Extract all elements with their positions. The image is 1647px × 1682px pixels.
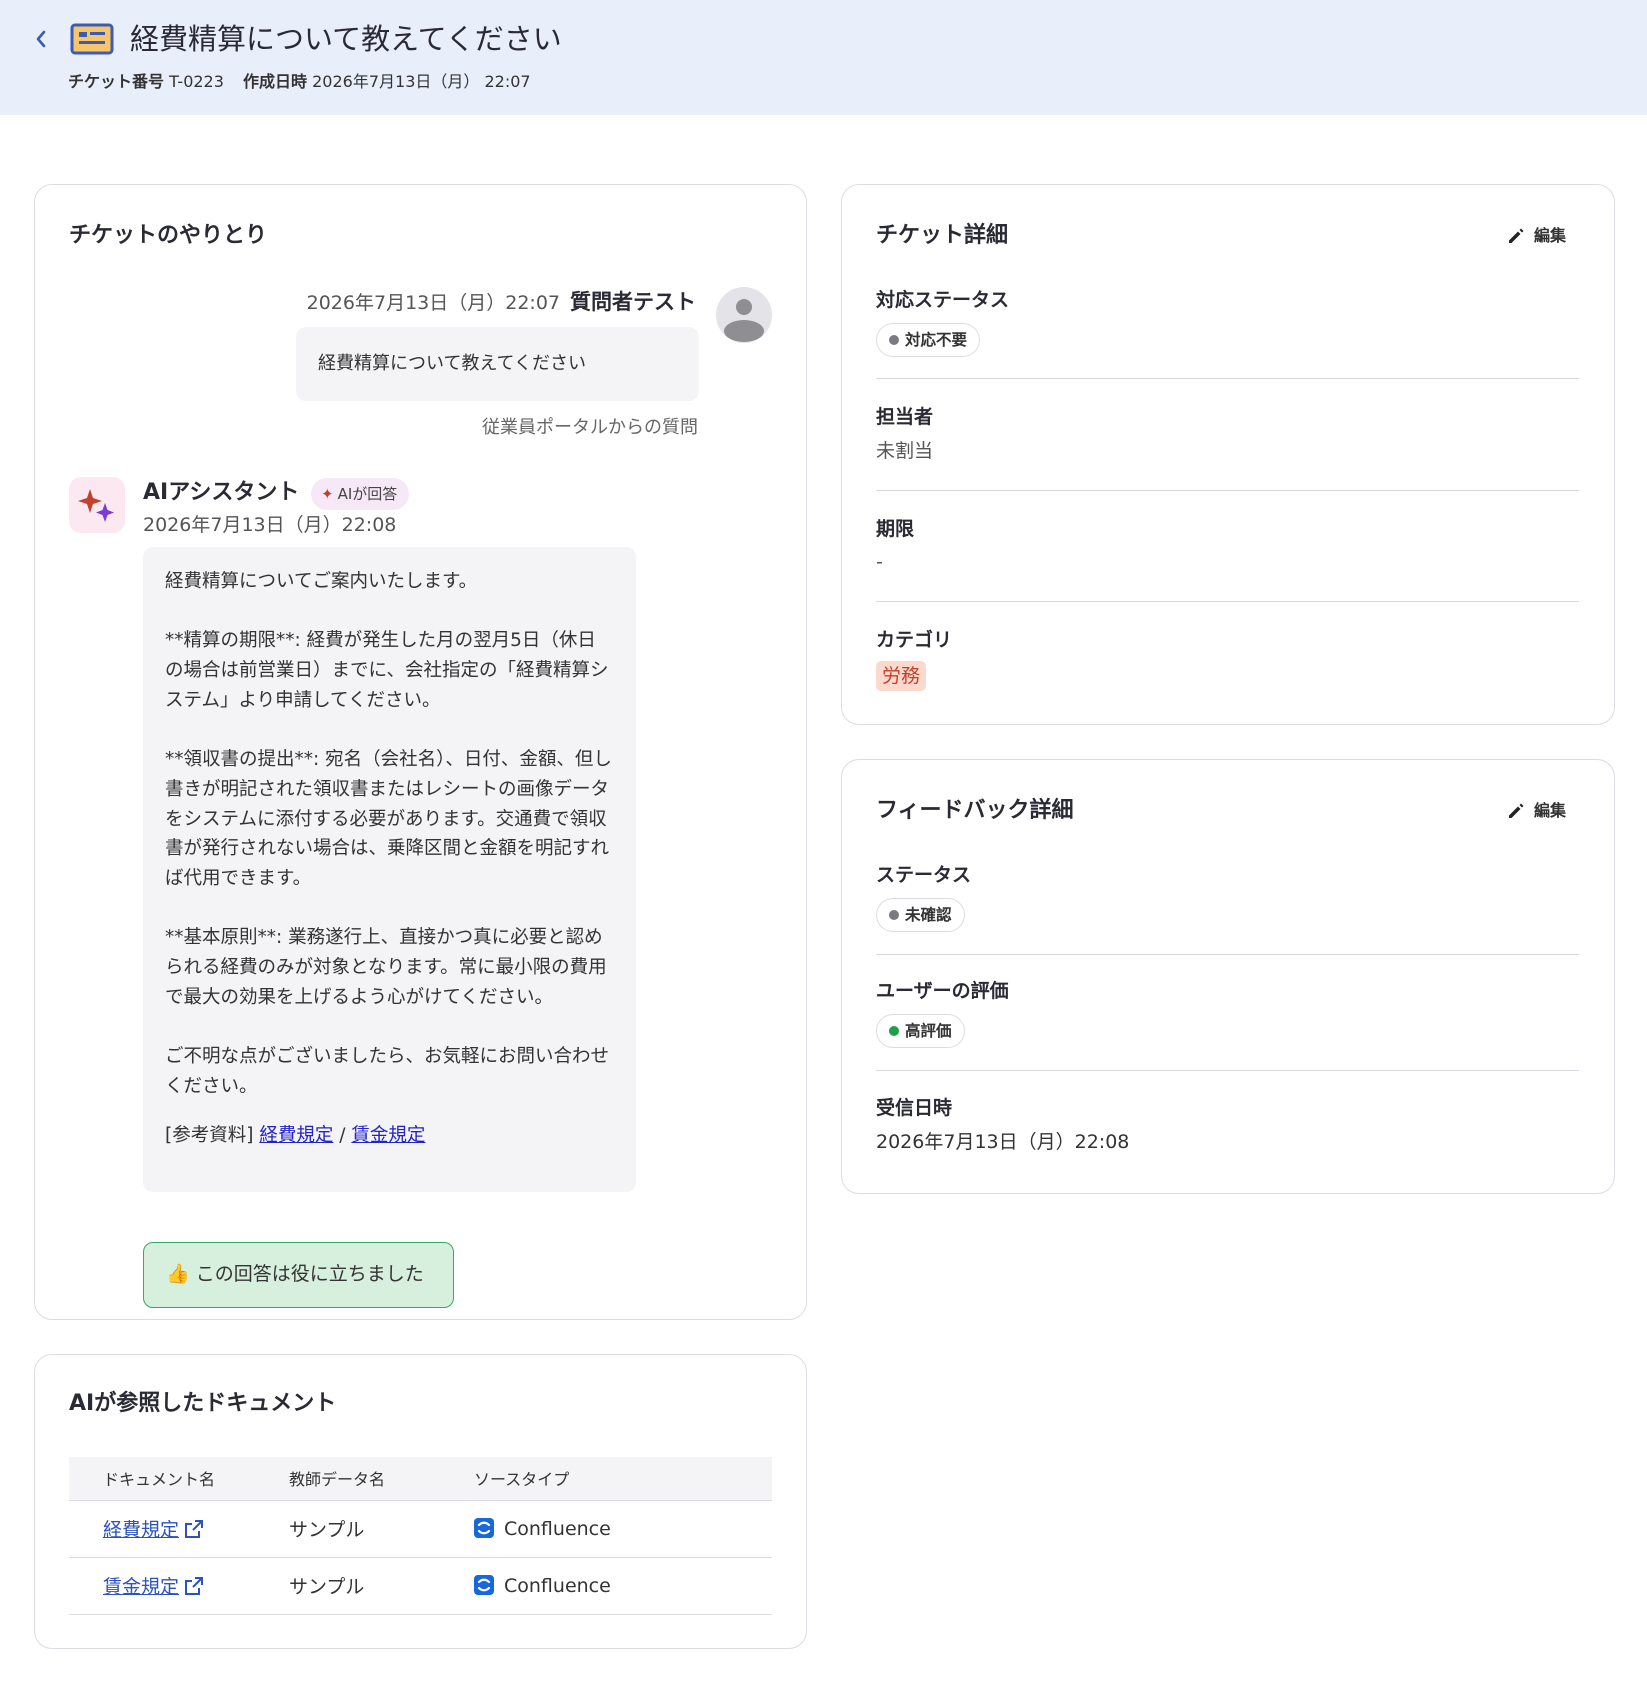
edit-ticket-button[interactable]: 編集 <box>1506 221 1566 251</box>
question-time: 2026年7月13日（月）22:07 <box>306 292 560 314</box>
assignee-label: 担当者 <box>876 406 934 428</box>
question-source: 従業員ポータルからの質問 <box>482 417 698 438</box>
documents-title: AIが参照したドキュメント <box>69 1391 337 1416</box>
documents-table: ドキュメント名 教師データ名 ソースタイプ 経費規定 サンプル Confluen… <box>69 1457 772 1615</box>
question-author: 質問者テスト <box>570 290 696 314</box>
ai-answer-paragraph: **領収書の提出**: 宛名（会社名）、日付、金額、但し書きが明記された領収書ま… <box>165 749 612 889</box>
ai-answer-paragraph: **基本原則**: 業務遂行上、直接かつ真に必要と認められる経費のみが対象となり… <box>165 927 607 1008</box>
status-value: 対応不要 <box>905 331 968 349</box>
ticket-number: T-0223 <box>169 72 224 91</box>
divider <box>876 601 1579 602</box>
ai-answer-paragraph: ご不明な点がございましたら、お気軽にお問い合わせください。 <box>165 1046 610 1097</box>
ticket-meta: チケット番号 T-0223 作成日時 2026年7月13日（月） 22:07 <box>68 70 531 94</box>
ref-link-wage[interactable]: 賃金規定 <box>351 1125 425 1146</box>
pencil-icon <box>1508 228 1524 243</box>
deadline-value: - <box>876 551 883 573</box>
document-name: 経費規定 <box>103 1519 180 1541</box>
ticket-detail-card: チケット詳細 編集 対応ステータス 対応不要 担当者 未割当 期限 - カテゴリ… <box>841 184 1615 725</box>
divider <box>876 954 1579 955</box>
page-header: 経費精算について教えてください チケット番号 T-0223 作成日時 2026年… <box>0 0 1647 115</box>
ai-avatar <box>69 477 125 533</box>
divider <box>876 490 1579 491</box>
feedback-status-label: ステータス <box>876 864 972 886</box>
back-button[interactable] <box>28 22 54 56</box>
confluence-icon <box>474 1517 494 1538</box>
confluence-icon <box>474 1574 494 1595</box>
edit-label: 編集 <box>1533 801 1566 820</box>
sparkle-icon: ✦ <box>321 485 334 503</box>
deadline-label: 期限 <box>876 518 915 540</box>
source-type-cell: Confluence <box>474 1557 772 1615</box>
user-avatar-icon <box>716 287 772 343</box>
ai-author: AIアシスタント <box>143 480 300 505</box>
source-type: Confluence <box>504 1574 611 1597</box>
referenced-documents-card: AIが参照したドキュメント ドキュメント名 教師データ名 ソースタイプ 経費規定… <box>34 1354 807 1649</box>
divider <box>876 1070 1579 1071</box>
rating-label: ユーザーの評価 <box>876 980 1009 1002</box>
ticket-icon <box>70 22 114 56</box>
category-label: カテゴリ <box>876 629 953 651</box>
created-label: 作成日時 <box>243 72 308 91</box>
source-type-cell: Confluence <box>474 1500 772 1558</box>
ai-answer-badge: ✦ AIが回答 <box>311 478 410 510</box>
document-name-cell: 賃金規定 <box>69 1557 289 1615</box>
ticket-number-label: チケット番号 <box>68 72 165 91</box>
assignee-value: 未割当 <box>876 440 934 462</box>
status-dot <box>889 910 899 920</box>
question-bubble: 経費精算について教えてください <box>296 327 699 401</box>
rating-value: 高評価 <box>905 1022 952 1040</box>
ai-answer-paragraph: **精算の期限**: 経費が発生した月の翌月5日（休日の場合は前営業日）までに、… <box>165 630 609 711</box>
helpful-feedback-button[interactable]: 👍 この回答は役に立ちました <box>143 1242 454 1308</box>
sparkle-icon <box>78 489 114 522</box>
ai-badge-label: AIが回答 <box>337 485 398 503</box>
ai-answer-paragraph: 経費精算についてご案内いたします。 <box>165 571 478 592</box>
pencil-icon <box>1508 803 1524 818</box>
refs-label: [参考資料] <box>165 1124 254 1146</box>
divider <box>876 378 1579 379</box>
training-data-cell: サンプル <box>289 1557 474 1615</box>
source-type: Confluence <box>504 1517 611 1540</box>
feedback-status-chip[interactable]: 未確認 <box>876 898 965 932</box>
column-header: 教師データ名 <box>289 1457 474 1501</box>
status-chip[interactable]: 対応不要 <box>876 323 981 357</box>
status-label: 対応ステータス <box>876 289 1010 311</box>
refs-separator: / <box>339 1124 346 1146</box>
feedback-status-value: 未確認 <box>905 906 952 924</box>
chevron-left-icon <box>36 30 46 48</box>
document-name: 賃金規定 <box>103 1576 180 1598</box>
ai-answer-time: 2026年7月13日（月）22:08 <box>143 514 397 536</box>
table-row: 経費規定 サンプル Confluence <box>69 1500 772 1558</box>
received-value: 2026年7月13日（月）22:08 <box>876 1131 1130 1153</box>
external-link-icon[interactable] <box>183 1575 205 1597</box>
column-header: ソースタイプ <box>474 1457 772 1501</box>
category-badge: 労務 <box>876 661 927 691</box>
created-at: 2026年7月13日（月） 22:07 <box>312 72 531 91</box>
rating-dot <box>889 1026 899 1036</box>
edit-label: 編集 <box>1533 226 1566 245</box>
feedback-detail-card: フィードバック詳細 編集 ステータス 未確認 ユーザーの評価 高評価 受信日時 … <box>841 759 1615 1194</box>
ai-answer-bubble: 経費精算についてご案内いたします。 **精算の期限**: 経費が発生した月の翌月… <box>143 547 636 1192</box>
table-row: 賃金規定 サンプル Confluence <box>69 1557 772 1615</box>
document-link[interactable]: 賃金規定 <box>103 1576 179 1598</box>
page-title: 経費精算について教えてください <box>130 22 562 56</box>
edit-feedback-button[interactable]: 編集 <box>1506 796 1566 826</box>
column-header: ドキュメント名 <box>69 1457 289 1501</box>
status-dot <box>889 335 899 345</box>
document-name-cell: 経費規定 <box>69 1500 289 1558</box>
rating-chip[interactable]: 高評価 <box>876 1014 965 1048</box>
table-header-row: ドキュメント名 教師データ名 ソースタイプ <box>69 1457 772 1501</box>
conversation-title: チケットのやりとり <box>69 223 268 248</box>
ref-link-expense[interactable]: 経費規定 <box>259 1125 333 1146</box>
feedback-detail-title: フィードバック詳細 <box>876 798 1074 823</box>
conversation-card: チケットのやりとり 2026年7月13日（月）22:07 質問者テスト 経費精算に… <box>34 184 807 1320</box>
document-link[interactable]: 経費規定 <box>103 1519 179 1541</box>
received-label: 受信日時 <box>876 1097 953 1119</box>
question-meta: 2026年7月13日（月）22:07 質問者テスト <box>307 288 696 317</box>
ticket-detail-title: チケット詳細 <box>876 223 1009 248</box>
external-link-icon[interactable] <box>183 1518 205 1540</box>
reference-links: [参考資料] 経費規定 / 賃金規定 <box>165 1121 614 1151</box>
training-data-cell: サンプル <box>289 1500 474 1558</box>
